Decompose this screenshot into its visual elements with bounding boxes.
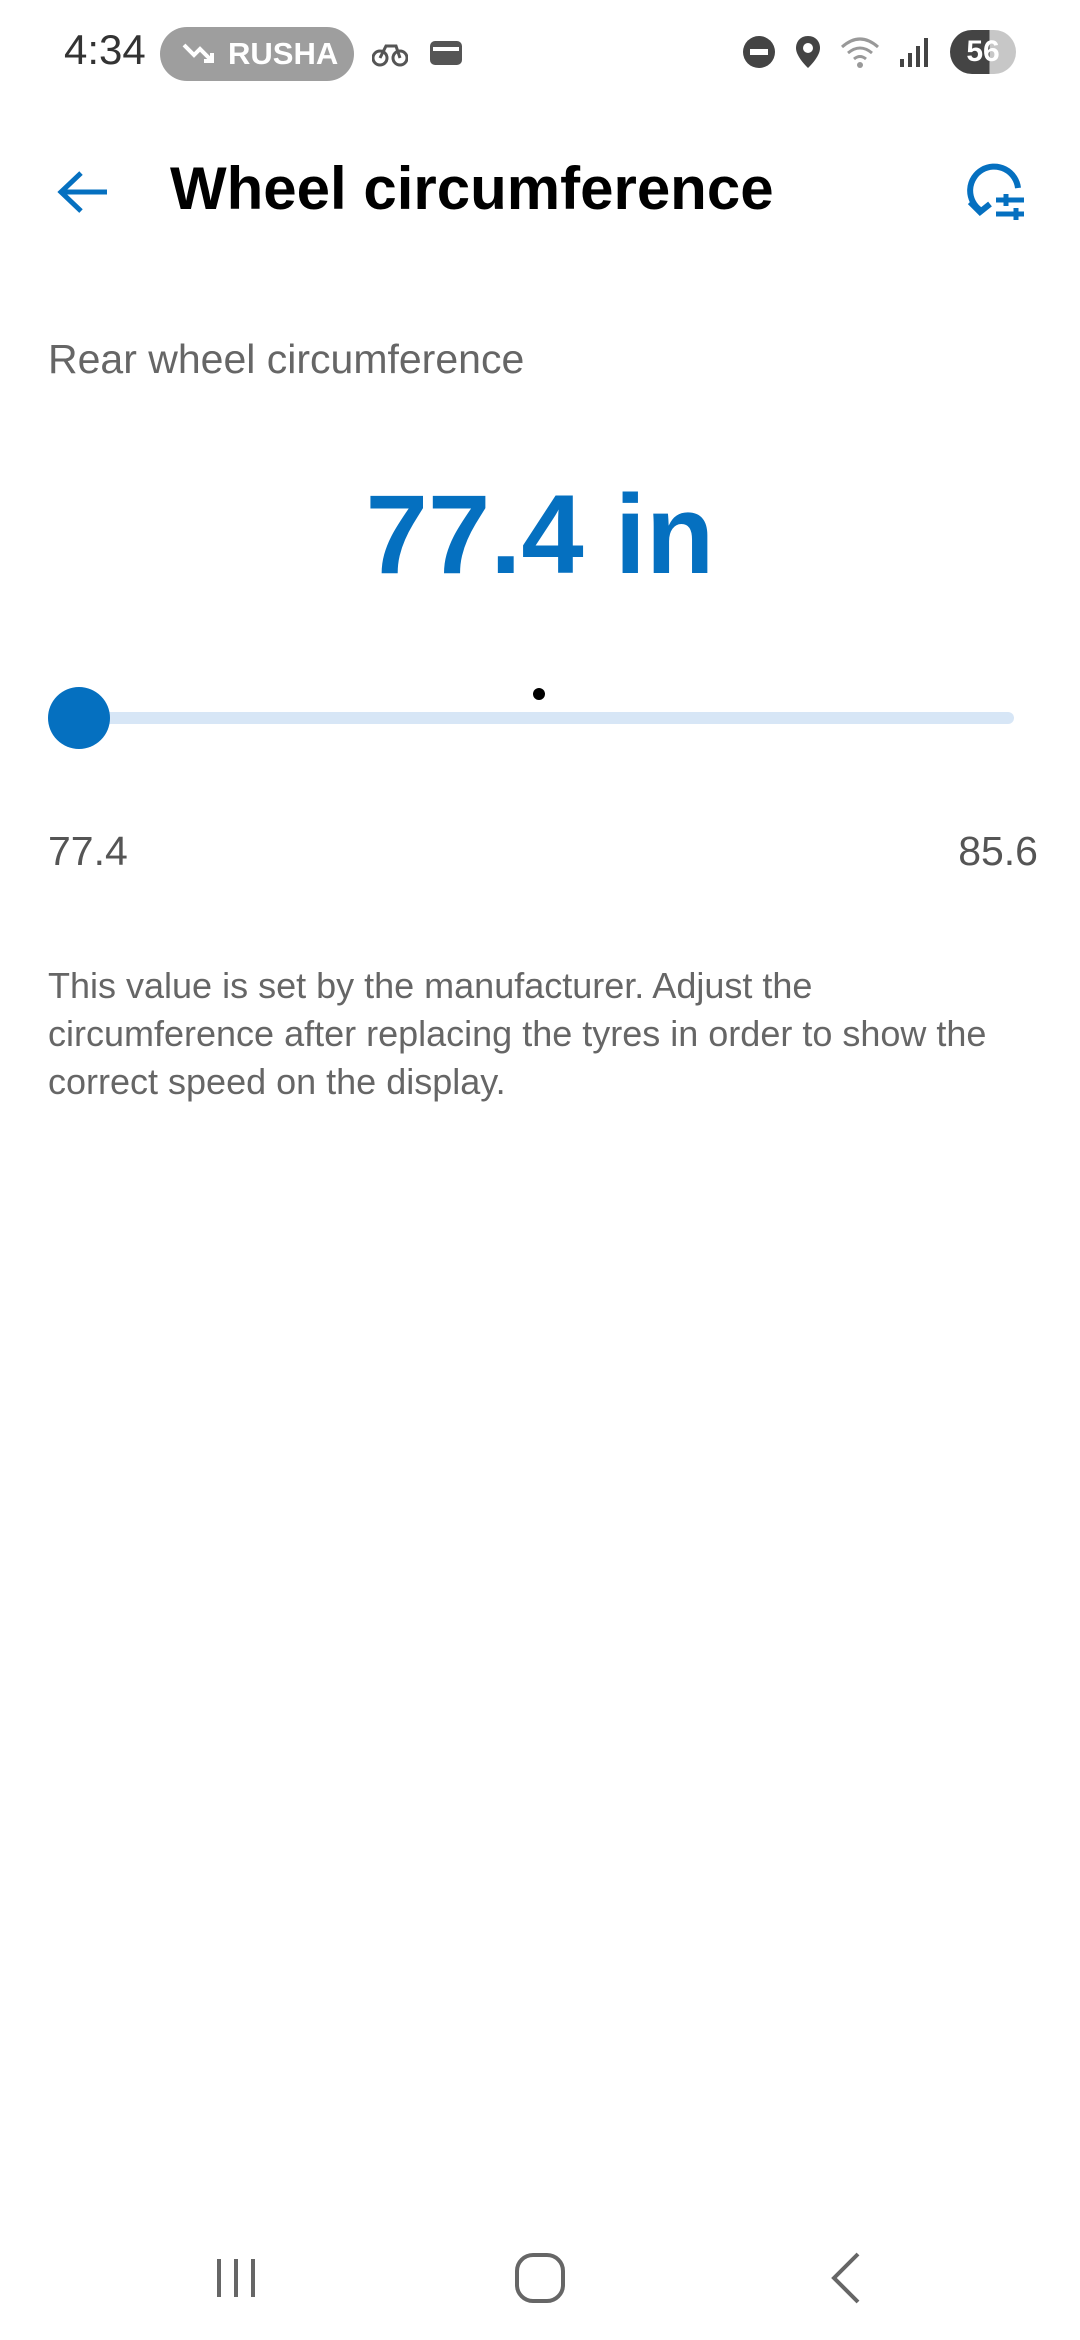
back-button[interactable] bbox=[52, 160, 116, 224]
status-time: 4:34 bbox=[64, 26, 146, 73]
back-chevron-icon bbox=[831, 2252, 860, 2304]
recents-icon bbox=[217, 2259, 255, 2297]
bicycle-icon bbox=[372, 44, 408, 67]
slider-tick-mark bbox=[533, 688, 545, 700]
status-right: 56 bbox=[742, 30, 1016, 74]
arrow-left-icon bbox=[57, 171, 107, 213]
recents-button[interactable] bbox=[196, 2238, 276, 2318]
page-title: Wheel circumference bbox=[170, 155, 774, 222]
activity-pill-label: RUSHA bbox=[228, 36, 339, 71]
description-text: This value is set by the manufacturer. A… bbox=[48, 965, 987, 1102]
slider-track[interactable] bbox=[78, 712, 1014, 724]
status-bar: 4:34 RUSHA 56 bbox=[0, 0, 1080, 110]
current-value: 77.4 in bbox=[365, 472, 715, 597]
signal-icon bbox=[900, 38, 928, 67]
slider-min-label: 77.4 bbox=[48, 828, 128, 874]
circumference-slider[interactable] bbox=[48, 680, 1014, 756]
battery-indicator: 56 bbox=[950, 30, 1016, 74]
system-back-button[interactable] bbox=[806, 2238, 886, 2318]
activity-pill[interactable]: RUSHA bbox=[160, 27, 354, 81]
app-bar: Wheel circumference bbox=[0, 130, 1080, 250]
navigation-bar bbox=[0, 2220, 1080, 2320]
home-button[interactable] bbox=[500, 2238, 580, 2318]
location-icon bbox=[796, 36, 820, 68]
home-icon bbox=[515, 2253, 565, 2303]
notification-icons bbox=[372, 38, 464, 68]
wallet-icon bbox=[430, 41, 462, 65]
wifi-icon bbox=[841, 37, 879, 68]
trending-down-icon bbox=[182, 43, 214, 63]
section-label: Rear wheel circumference bbox=[48, 336, 525, 382]
do-not-disturb-icon bbox=[743, 36, 775, 68]
reset-settings-icon bbox=[967, 163, 1024, 220]
slider-thumb[interactable] bbox=[48, 687, 110, 749]
reset-button[interactable] bbox=[960, 158, 1030, 228]
slider-max-label: 85.6 bbox=[958, 828, 1038, 874]
screen: 4:34 RUSHA 56 Wheel circumference Rear w… bbox=[0, 0, 1080, 2340]
